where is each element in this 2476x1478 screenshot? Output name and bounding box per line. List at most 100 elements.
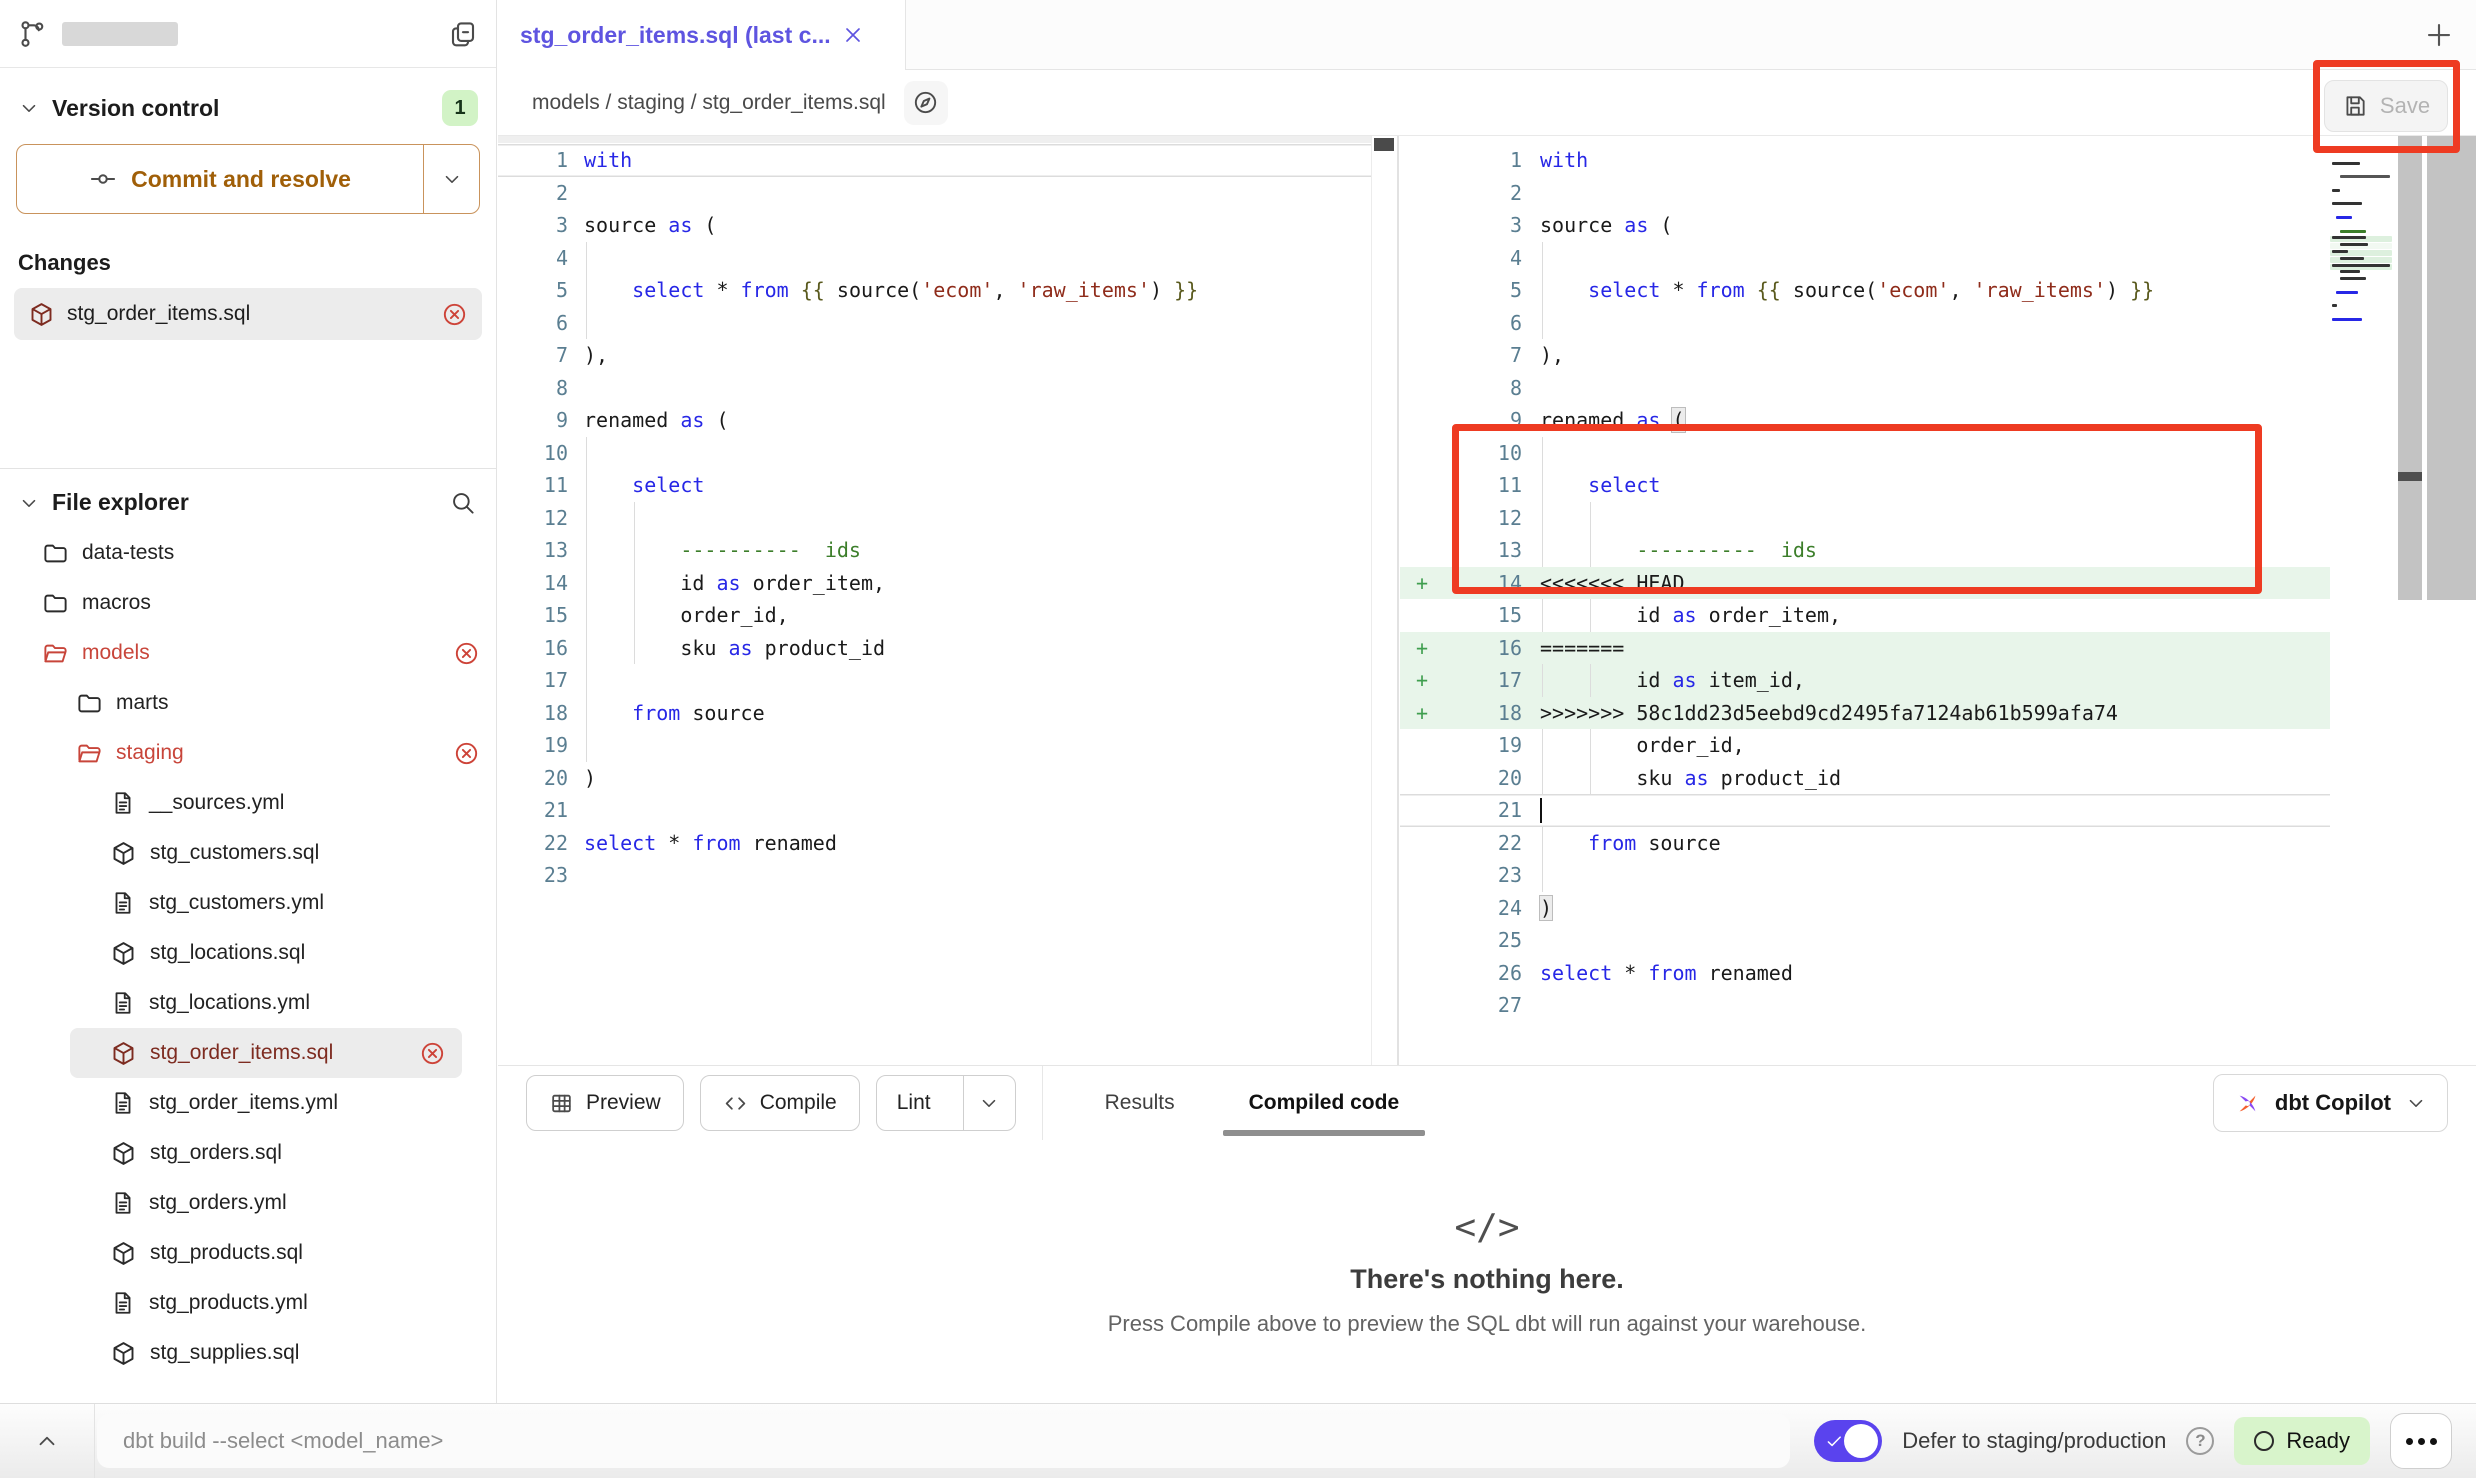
code-line[interactable]: 4	[498, 242, 1371, 275]
code-line[interactable]: 8	[498, 372, 1371, 405]
code-line[interactable]: 17	[498, 664, 1371, 697]
minimap[interactable]	[2330, 136, 2396, 1065]
file-tree-item[interactable]: staging	[0, 728, 496, 778]
editor-pane-left[interactable]: 1with23source as (45 select * from {{ so…	[498, 136, 1371, 1065]
code-line[interactable]: 19	[498, 729, 1371, 762]
code-line[interactable]: 26select * from renamed	[1400, 957, 2330, 990]
lint-button[interactable]: Lint	[876, 1075, 1016, 1131]
code-line[interactable]: 1with	[1400, 144, 2330, 177]
file-tree-item[interactable]: stg_orders.yml	[0, 1178, 496, 1228]
code-line[interactable]: +17 id as item_id,	[1400, 664, 2330, 697]
tab-compiled-code[interactable]: Compiled code	[1249, 1066, 1400, 1140]
code-line[interactable]: 23	[498, 859, 1371, 892]
lineage-compass-button[interactable]	[904, 81, 948, 125]
editor-pane-right[interactable]: 1with23source as (45 select * from {{ so…	[1400, 136, 2330, 1065]
defer-toggle[interactable]	[1814, 1420, 1882, 1462]
code-line[interactable]: 13 ---------- ids	[498, 534, 1371, 567]
window-scrollbar[interactable]	[2427, 136, 2476, 600]
code-line[interactable]: 3source as (	[1400, 209, 2330, 242]
file-tree-item[interactable]: stg_orders.sql	[0, 1128, 496, 1178]
code-line[interactable]: 11 select	[1400, 469, 2330, 502]
code-line[interactable]: 7),	[498, 339, 1371, 372]
overflow-menu-button[interactable]	[2390, 1413, 2452, 1469]
code-line[interactable]: 20 sku as product_id	[1400, 762, 2330, 795]
code-line[interactable]: 2	[498, 177, 1371, 210]
file-tree-item[interactable]: stg_locations.sql	[0, 928, 496, 978]
revert-file-icon[interactable]	[453, 640, 496, 667]
version-control-header[interactable]: Version control 1	[0, 68, 496, 140]
code-line[interactable]: 8	[1400, 372, 2330, 405]
tab-results[interactable]: Results	[1105, 1066, 1175, 1140]
code-line[interactable]: 10	[1400, 437, 2330, 470]
copy-icon[interactable]	[448, 19, 478, 49]
commit-options-caret[interactable]	[423, 145, 479, 213]
revert-file-icon[interactable]	[441, 301, 468, 328]
code-line[interactable]: 4	[1400, 242, 2330, 275]
code-line[interactable]: 15 order_id,	[498, 599, 1371, 632]
file-tree-item[interactable]: macros	[0, 578, 496, 628]
file-tree-item[interactable]: stg_customers.yml	[0, 878, 496, 928]
lint-options-caret[interactable]	[963, 1076, 1015, 1130]
file-tree-item[interactable]: stg_customers.sql	[0, 828, 496, 878]
code-line[interactable]: 5 select * from {{ source('ecom', 'raw_i…	[498, 274, 1371, 307]
code-line[interactable]: 12	[498, 502, 1371, 535]
code-line[interactable]: 20)	[498, 762, 1371, 795]
code-line[interactable]: 22 from source	[1400, 827, 2330, 860]
code-line[interactable]: 18 from source	[498, 697, 1371, 730]
tab-stg-order-items[interactable]: stg_order_items.sql (last c...	[498, 0, 906, 70]
left-editor-scrollbar[interactable]	[1371, 136, 1396, 1065]
dbt-copilot-button[interactable]: dbt Copilot	[2213, 1074, 2448, 1132]
file-tree-item[interactable]: stg_locations.yml	[0, 978, 496, 1028]
revert-file-icon[interactable]	[419, 1040, 462, 1067]
code-line[interactable]: +16=======	[1400, 632, 2330, 665]
scrollbar-thumb[interactable]	[1374, 138, 1394, 151]
code-line[interactable]: 21	[498, 794, 1371, 827]
code-line[interactable]: 27	[1400, 989, 2330, 1022]
code-line[interactable]: 5 select * from {{ source('ecom', 'raw_i…	[1400, 274, 2330, 307]
revert-file-icon[interactable]	[453, 740, 496, 767]
code-line[interactable]: 25	[1400, 924, 2330, 957]
save-button[interactable]: Save	[2324, 80, 2448, 132]
code-line[interactable]: 3source as (	[498, 209, 1371, 242]
code-line[interactable]: 10	[498, 437, 1371, 470]
code-line[interactable]: 2	[1400, 177, 2330, 210]
code-line[interactable]: 19 order_id,	[1400, 729, 2330, 762]
file-tree-item[interactable]: data-tests	[0, 528, 496, 578]
code-line[interactable]: 15 id as order_item,	[1400, 599, 2330, 632]
dbt-command-input[interactable]: dbt build --select <model_name>	[97, 1414, 1790, 1468]
changed-file-row[interactable]: stg_order_items.sql	[14, 288, 482, 340]
file-tree-item[interactable]: marts	[0, 678, 496, 728]
file-tree-item[interactable]: stg_order_items.yml	[0, 1078, 496, 1128]
preview-button[interactable]: Preview	[526, 1075, 684, 1131]
code-line[interactable]: 16 sku as product_id	[498, 632, 1371, 665]
code-line[interactable]: 6	[1400, 307, 2330, 340]
editor-split-divider[interactable]	[1397, 136, 1399, 1065]
file-tree-item[interactable]: stg_supplies.sql	[0, 1328, 496, 1378]
code-line[interactable]: 14 id as order_item,	[498, 567, 1371, 600]
code-line[interactable]: 7),	[1400, 339, 2330, 372]
code-line[interactable]: 1with	[498, 144, 1371, 177]
code-line[interactable]: 13 ---------- ids	[1400, 534, 2330, 567]
code-line[interactable]: 9renamed as (	[1400, 404, 2330, 437]
code-line[interactable]: 12	[1400, 502, 2330, 535]
code-line[interactable]: 23	[1400, 859, 2330, 892]
file-tree-item[interactable]: stg_order_items.sql	[70, 1028, 462, 1078]
code-line[interactable]: 9renamed as (	[498, 404, 1371, 437]
scrollbar-thumb[interactable]	[2398, 472, 2422, 481]
code-line[interactable]: +18>>>>>>> 58c1dd23d5eebd9cd2495fa7124ab…	[1400, 697, 2330, 730]
file-tree-item[interactable]: stg_products.sql	[0, 1228, 496, 1278]
help-icon[interactable]: ?	[2186, 1427, 2214, 1455]
file-tree-item[interactable]: stg_products.yml	[0, 1278, 496, 1328]
code-line[interactable]: +14<<<<<<< HEAD	[1400, 567, 2330, 600]
commit-and-resolve-button[interactable]: Commit and resolve	[16, 144, 480, 214]
file-tree-item[interactable]: models	[0, 628, 496, 678]
close-icon[interactable]	[841, 23, 865, 47]
code-line[interactable]: 24)	[1400, 892, 2330, 925]
new-tab-icon[interactable]	[2424, 20, 2454, 50]
code-line[interactable]: 21	[1400, 794, 2330, 827]
code-line[interactable]: 11 select	[498, 469, 1371, 502]
editor-scrollbar-track[interactable]	[2398, 136, 2422, 600]
code-line[interactable]: 6	[498, 307, 1371, 340]
file-tree-item[interactable]: __sources.yml	[0, 778, 496, 828]
collapse-panel-button[interactable]	[0, 1404, 95, 1478]
